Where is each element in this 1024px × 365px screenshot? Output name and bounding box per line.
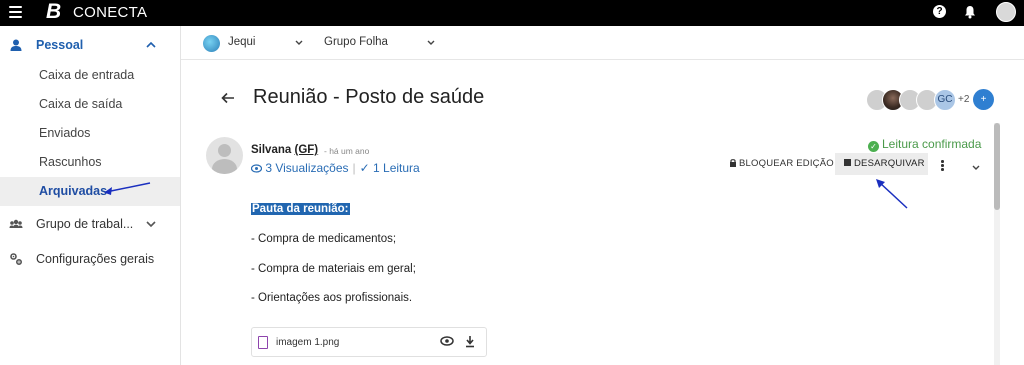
check-circle-icon: ✓ bbox=[868, 141, 879, 152]
sidebar-item-inbox[interactable]: Caixa de entrada bbox=[0, 61, 180, 90]
page-title: Reunião - Posto de saúde bbox=[253, 86, 485, 108]
attachment-filename: imagem 1.png bbox=[276, 337, 340, 348]
agenda-line: - Compra de medicamentos; bbox=[251, 233, 397, 245]
sidebar-item-label: Enviados bbox=[39, 126, 91, 140]
user-avatar[interactable] bbox=[996, 2, 1016, 22]
sidebar-section-label: Pessoal bbox=[36, 38, 84, 52]
sidebar-item-label: Arquivadas bbox=[39, 184, 108, 198]
sidebar-section-workgroup[interactable]: Grupo de trabal... bbox=[0, 210, 180, 239]
chevron-up-icon[interactable] bbox=[146, 41, 156, 49]
sidebar-section-personal[interactable]: Pessoal bbox=[0, 31, 180, 60]
top-bar: B CONECTA ? bbox=[0, 0, 1024, 26]
agenda-line: - Orientações aos profissionais. bbox=[251, 292, 413, 304]
unarchive-label: DESARQUIVAR bbox=[854, 158, 925, 169]
menu-icon[interactable] bbox=[9, 6, 22, 20]
author-abbr: (GF) bbox=[294, 144, 319, 156]
agenda-heading-text: Pauta da reunião: bbox=[251, 203, 350, 215]
read-confirmed-status: ✓ Leitura confirmada bbox=[868, 137, 981, 152]
add-participant-button[interactable]: + bbox=[973, 89, 994, 110]
group-icon bbox=[9, 219, 23, 228]
unarchive-button[interactable]: DESARQUIVAR bbox=[835, 153, 928, 175]
author-name-text: Silvana bbox=[251, 144, 292, 156]
reads-link[interactable]: ✓ 1 Leitura bbox=[360, 161, 420, 175]
attachment-item[interactable]: imagem 1.png bbox=[251, 327, 487, 357]
author-avatar bbox=[206, 137, 243, 174]
annotation-arrow-button bbox=[876, 179, 908, 209]
message-stats: 3 Visualizações | ✓ 1 Leitura bbox=[250, 161, 420, 175]
scrollbar-thumb[interactable] bbox=[994, 123, 1000, 210]
preview-eye-icon[interactable] bbox=[440, 336, 454, 346]
sidebar-section-settings[interactable]: Configurações gerais bbox=[0, 245, 180, 274]
annotation-arrow-sidebar bbox=[104, 182, 151, 195]
sidebar-item-label: Caixa de saída bbox=[39, 97, 123, 111]
chevron-down-icon[interactable] bbox=[146, 220, 156, 228]
organization-selector[interactable]: Jequi bbox=[228, 36, 256, 48]
back-arrow-icon[interactable] bbox=[220, 90, 236, 106]
download-icon[interactable] bbox=[465, 335, 475, 348]
context-bar: Jequi Grupo Folha bbox=[181, 26, 1024, 60]
chevron-down-icon[interactable] bbox=[295, 40, 303, 46]
sidebar-item-drafts[interactable]: Rascunhos bbox=[0, 148, 180, 177]
participant-avatar-initials[interactable]: GC bbox=[934, 89, 956, 111]
sidebar-section-label: Grupo de trabal... bbox=[36, 217, 134, 231]
more-participants-count[interactable]: +2 bbox=[958, 94, 969, 105]
sidebar-item-label: Rascunhos bbox=[39, 155, 102, 169]
sidebar-item-label: Caixa de entrada bbox=[39, 68, 135, 82]
archive-box-icon bbox=[844, 159, 851, 166]
author-name: Silvana (GF) bbox=[251, 144, 318, 156]
agenda-heading: Pauta da reunião: bbox=[251, 203, 350, 215]
chevron-down-icon[interactable] bbox=[427, 40, 435, 46]
sidebar-item-outbox[interactable]: Caixa de saída bbox=[0, 90, 180, 119]
app-logo[interactable]: B bbox=[46, 0, 61, 24]
lock-edit-button[interactable]: BLOQUEAR EDIÇÃO bbox=[729, 158, 834, 169]
help-icon[interactable]: ? bbox=[933, 5, 946, 18]
more-options-icon[interactable] bbox=[941, 160, 945, 172]
image-file-icon bbox=[258, 336, 268, 349]
app-brand[interactable]: CONECTA bbox=[73, 4, 147, 22]
eye-icon bbox=[250, 164, 263, 173]
lock-icon bbox=[730, 159, 736, 167]
agenda-line: - Compra de materiais em geral; bbox=[251, 263, 416, 275]
person-icon bbox=[10, 39, 22, 51]
read-status-text: Leitura confirmada bbox=[882, 137, 982, 151]
message-time: - há um ano bbox=[324, 146, 370, 156]
sidebar-item-sent[interactable]: Enviados bbox=[0, 119, 180, 148]
bell-icon[interactable] bbox=[962, 4, 978, 20]
lock-edit-label: BLOQUEAR EDIÇÃO bbox=[739, 158, 834, 169]
chevron-down-icon[interactable] bbox=[972, 165, 980, 171]
group-selector[interactable]: Grupo Folha bbox=[324, 36, 388, 48]
views-link[interactable]: 3 Visualizações bbox=[265, 161, 348, 175]
settings-icon bbox=[10, 253, 23, 266]
organization-icon bbox=[203, 35, 220, 52]
sidebar-section-label: Configurações gerais bbox=[36, 252, 155, 266]
